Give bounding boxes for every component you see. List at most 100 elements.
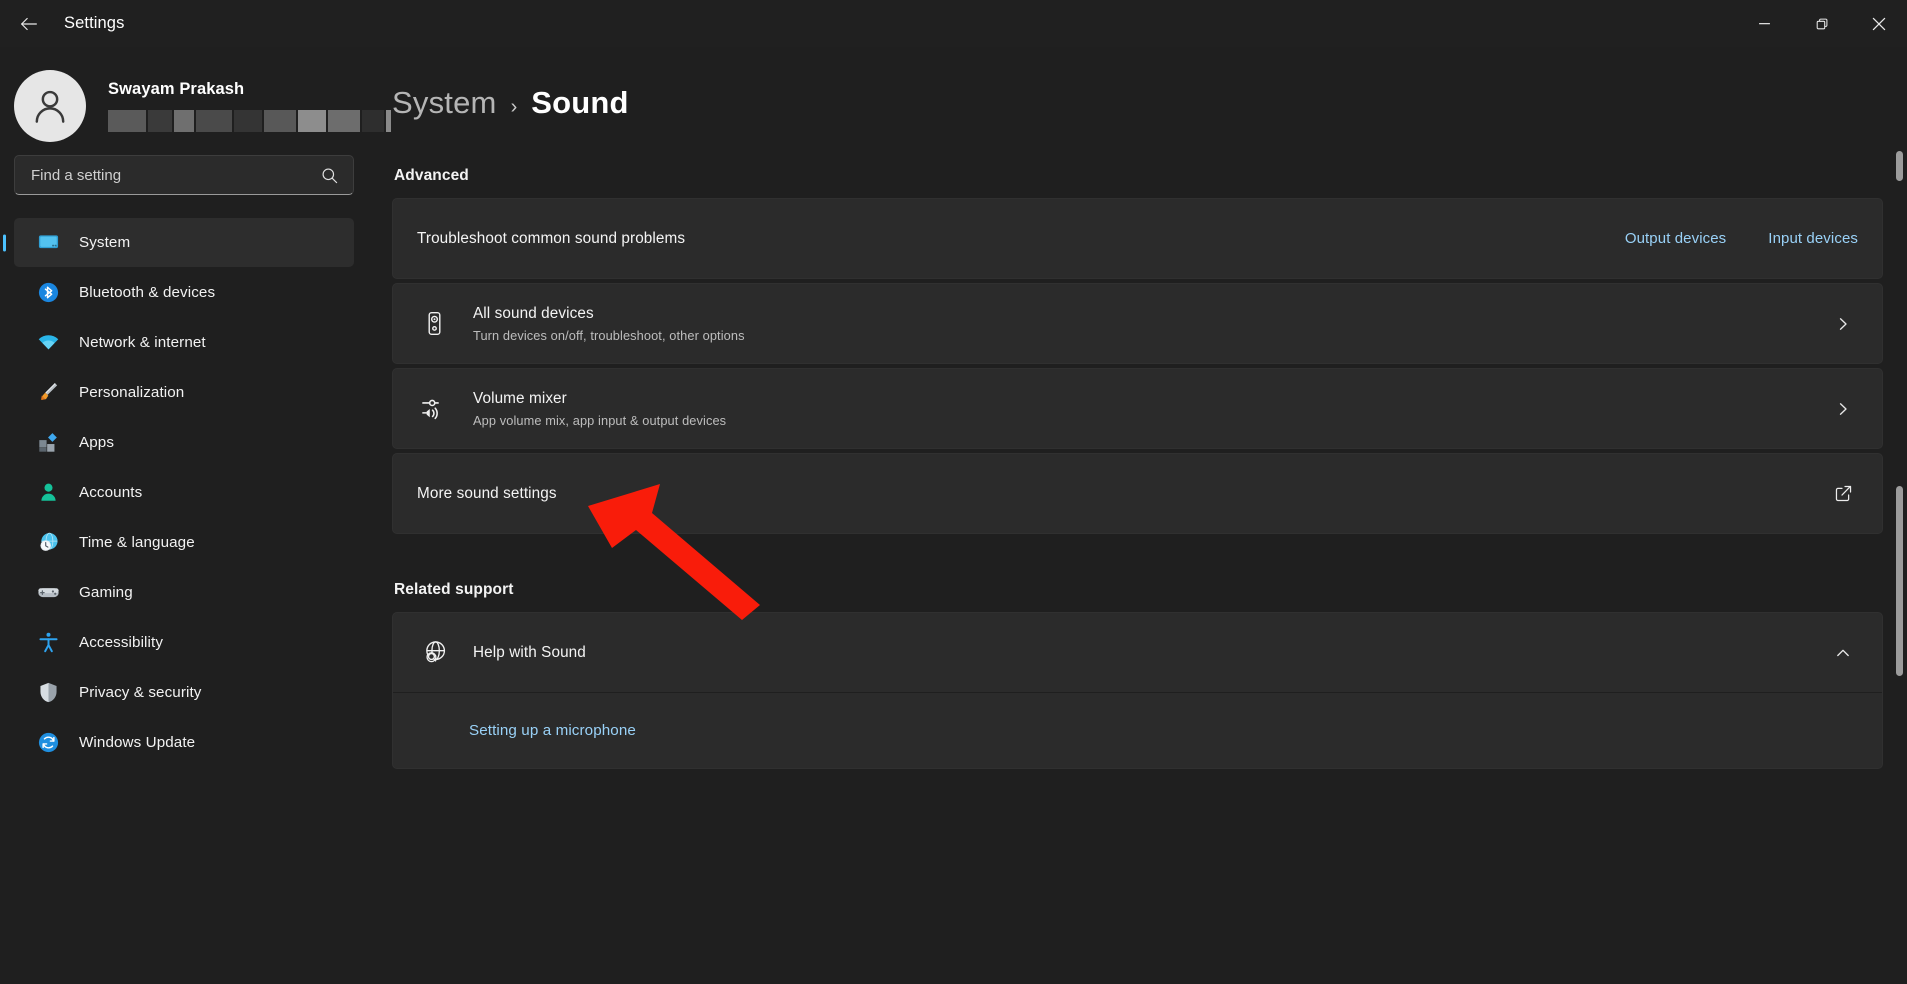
sidebar-item-bluetooth-devices[interactable]: Bluetooth & devices [14, 268, 354, 317]
sidebar-item-label: Bluetooth & devices [79, 284, 215, 301]
card-related-support: Help with Sound Setting up a microphone [392, 612, 1883, 769]
speaker-icon [417, 310, 451, 337]
sidebar-item-accessibility[interactable]: Accessibility [14, 618, 354, 667]
window-controls [1736, 0, 1907, 47]
sidebar-item-label: Accessibility [79, 634, 163, 651]
row-all-sound-devices[interactable]: All sound devices Turn devices on/off, t… [393, 284, 1882, 363]
row-volume-mixer[interactable]: Volume mixer App volume mix, app input &… [393, 369, 1882, 448]
restore-icon [1815, 17, 1829, 31]
sidebar-item-system[interactable]: System [14, 218, 354, 267]
apps-icon [36, 431, 60, 455]
minimize-button[interactable] [1736, 0, 1793, 47]
sidebar-item-label: Gaming [79, 584, 133, 601]
breadcrumb: System › Sound [392, 85, 1883, 121]
section-spacer [392, 538, 1883, 581]
more-sound-settings-title: More sound settings [417, 485, 1828, 503]
search-box[interactable] [14, 155, 354, 195]
user-profile[interactable]: Swayam Prakash [0, 53, 372, 149]
accessibility-icon [36, 631, 60, 655]
close-button[interactable] [1850, 0, 1907, 47]
card-more-sound-settings: More sound settings [392, 453, 1883, 534]
sidebar-nav: System Bluetooth & devices [0, 218, 372, 767]
sidebar-item-gaming[interactable]: Gaming [14, 568, 354, 617]
row-setting-up-microphone[interactable]: Setting up a microphone [393, 693, 1882, 768]
volume-mixer-title: Volume mixer [473, 390, 1828, 408]
sidebar-item-label: Time & language [79, 534, 195, 551]
clock-globe-icon [36, 531, 60, 555]
row-more-sound-settings[interactable]: More sound settings [393, 454, 1882, 533]
globe-search-icon [417, 639, 451, 666]
troubleshoot-title: Troubleshoot common sound problems [417, 230, 1583, 248]
close-icon [1872, 17, 1886, 31]
sidebar-item-label: Accounts [79, 484, 142, 501]
row-texts: Volume mixer App volume mix, app input &… [473, 390, 1828, 428]
sidebar-item-privacy-security[interactable]: Privacy & security [14, 668, 354, 717]
volume-mixer-subtitle: App volume mix, app input & output devic… [473, 413, 1828, 428]
sidebar-item-label: System [79, 234, 130, 251]
sidebar-item-label: Privacy & security [79, 684, 201, 701]
monitor-icon [36, 231, 60, 255]
chevron-up-icon[interactable] [1828, 645, 1858, 661]
profile-email-redacted [108, 110, 393, 132]
section-heading-advanced: Advanced [394, 167, 1883, 185]
card-troubleshoot: Troubleshoot common sound problems Outpu… [392, 198, 1883, 279]
row-help-with-sound[interactable]: Help with Sound [393, 613, 1882, 692]
main-content: System › Sound Advanced Troubleshoot com… [372, 47, 1907, 984]
row-troubleshoot: Troubleshoot common sound problems Outpu… [393, 199, 1882, 278]
input-devices-link[interactable]: Input devices [1768, 230, 1858, 247]
search-input[interactable] [15, 156, 353, 194]
sidebar-item-accounts[interactable]: Accounts [14, 468, 354, 517]
breadcrumb-parent[interactable]: System [392, 85, 497, 121]
output-devices-link[interactable]: Output devices [1625, 230, 1726, 247]
row-texts: More sound settings [417, 485, 1828, 503]
sidebar-item-label: Network & internet [79, 334, 206, 351]
app-title: Settings [64, 14, 124, 33]
sidebar-item-personalization[interactable]: Personalization [14, 368, 354, 417]
person-icon [36, 481, 60, 505]
row-texts: All sound devices Turn devices on/off, t… [473, 305, 1828, 343]
back-button[interactable] [6, 6, 52, 42]
help-with-sound-title: Help with Sound [473, 644, 1828, 662]
sidebar-item-label: Personalization [79, 384, 184, 401]
minimize-icon [1758, 17, 1771, 30]
troubleshoot-links: Output devices Input devices [1583, 230, 1858, 247]
gamepad-icon [36, 581, 60, 605]
wifi-icon [36, 331, 60, 355]
sidebar-item-apps[interactable]: Apps [14, 418, 354, 467]
sidebar-item-label: Apps [79, 434, 114, 451]
bluetooth-icon [36, 281, 60, 305]
card-all-sound-devices: All sound devices Turn devices on/off, t… [392, 283, 1883, 364]
page-title: Sound [531, 85, 628, 121]
sidebar-item-windows-update[interactable]: Windows Update [14, 718, 354, 767]
row-texts: Troubleshoot common sound problems [417, 230, 1583, 248]
restore-button[interactable] [1793, 0, 1850, 47]
chevron-right-icon[interactable] [1828, 316, 1858, 332]
breadcrumb-separator: › [511, 96, 518, 119]
volume-mixer-icon [417, 394, 451, 423]
vertical-scrollbar[interactable] [1895, 151, 1904, 951]
shield-icon [36, 681, 60, 705]
search-area [0, 149, 372, 195]
titlebar: Settings [0, 0, 1907, 47]
external-link-icon[interactable] [1828, 484, 1858, 503]
paintbrush-icon [36, 381, 60, 405]
chevron-right-icon[interactable] [1828, 401, 1858, 417]
profile-name: Swayam Prakash [108, 80, 393, 99]
person-avatar-icon [28, 84, 72, 128]
scrollbar-thumb-top[interactable] [1896, 151, 1903, 181]
sidebar-item-time-language[interactable]: Time & language [14, 518, 354, 567]
row-texts: Help with Sound [473, 644, 1828, 662]
app-body: Swayam Prakash [0, 47, 1907, 984]
sidebar-item-network-internet[interactable]: Network & internet [14, 318, 354, 367]
scrollbar-thumb[interactable] [1896, 486, 1903, 676]
sidebar: Swayam Prakash [0, 47, 372, 984]
avatar [14, 70, 86, 142]
search-icon[interactable] [320, 166, 339, 185]
setting-up-microphone-link[interactable]: Setting up a microphone [469, 722, 636, 739]
all-sound-devices-subtitle: Turn devices on/off, troubleshoot, other… [473, 328, 1828, 343]
all-sound-devices-title: All sound devices [473, 305, 1828, 323]
back-arrow-icon [18, 13, 40, 35]
card-volume-mixer: Volume mixer App volume mix, app input &… [392, 368, 1883, 449]
update-icon [36, 731, 60, 755]
sidebar-item-label: Windows Update [79, 734, 195, 751]
